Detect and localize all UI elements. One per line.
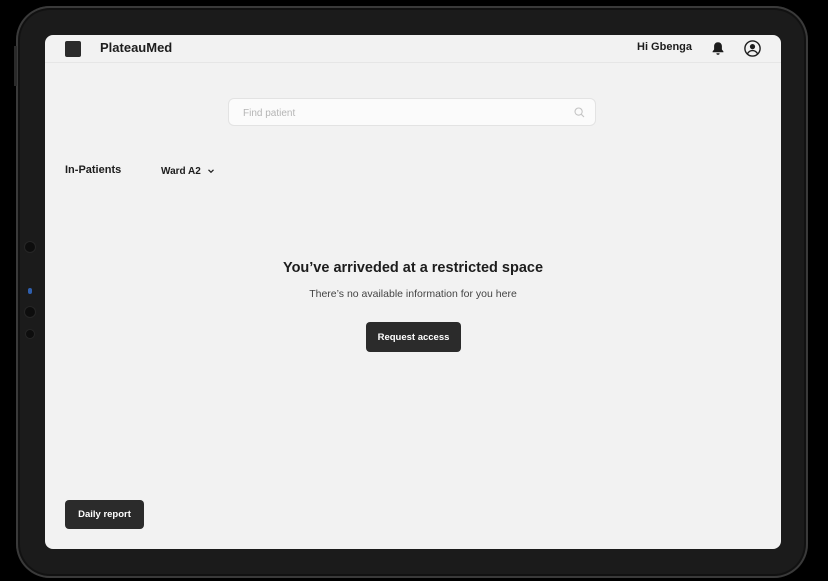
camera-sensor xyxy=(26,330,34,338)
user-account-icon[interactable] xyxy=(744,40,761,57)
ward-selected-value: Ward A2 xyxy=(161,165,201,177)
camera-indicator xyxy=(28,288,32,294)
app-screen: PlateauMed Hi Gbenga In-Patients Ward A2… xyxy=(45,35,781,549)
patient-search[interactable] xyxy=(228,98,596,126)
search-input[interactable] xyxy=(241,103,565,123)
request-access-button[interactable]: Request access xyxy=(366,322,461,352)
search-icon[interactable] xyxy=(574,107,585,118)
restricted-title: You’ve arriveded at a restricted space xyxy=(282,260,544,276)
restricted-message: There’s no available information for you… xyxy=(309,288,517,300)
app-name: PlateauMed xyxy=(100,40,173,55)
app-logo xyxy=(65,41,81,57)
daily-report-button[interactable]: Daily report xyxy=(65,500,144,529)
user-greeting: Hi Gbenga xyxy=(637,41,693,53)
volume-button xyxy=(14,46,17,86)
camera-sensor xyxy=(25,242,35,252)
top-bar: PlateauMed Hi Gbenga xyxy=(45,35,781,63)
camera-sensor xyxy=(25,307,35,317)
in-patients-label: In-Patients xyxy=(65,164,122,176)
chevron-down-icon xyxy=(207,169,214,174)
ward-dropdown[interactable]: Ward A2 xyxy=(161,164,215,178)
bell-icon[interactable] xyxy=(711,41,725,56)
